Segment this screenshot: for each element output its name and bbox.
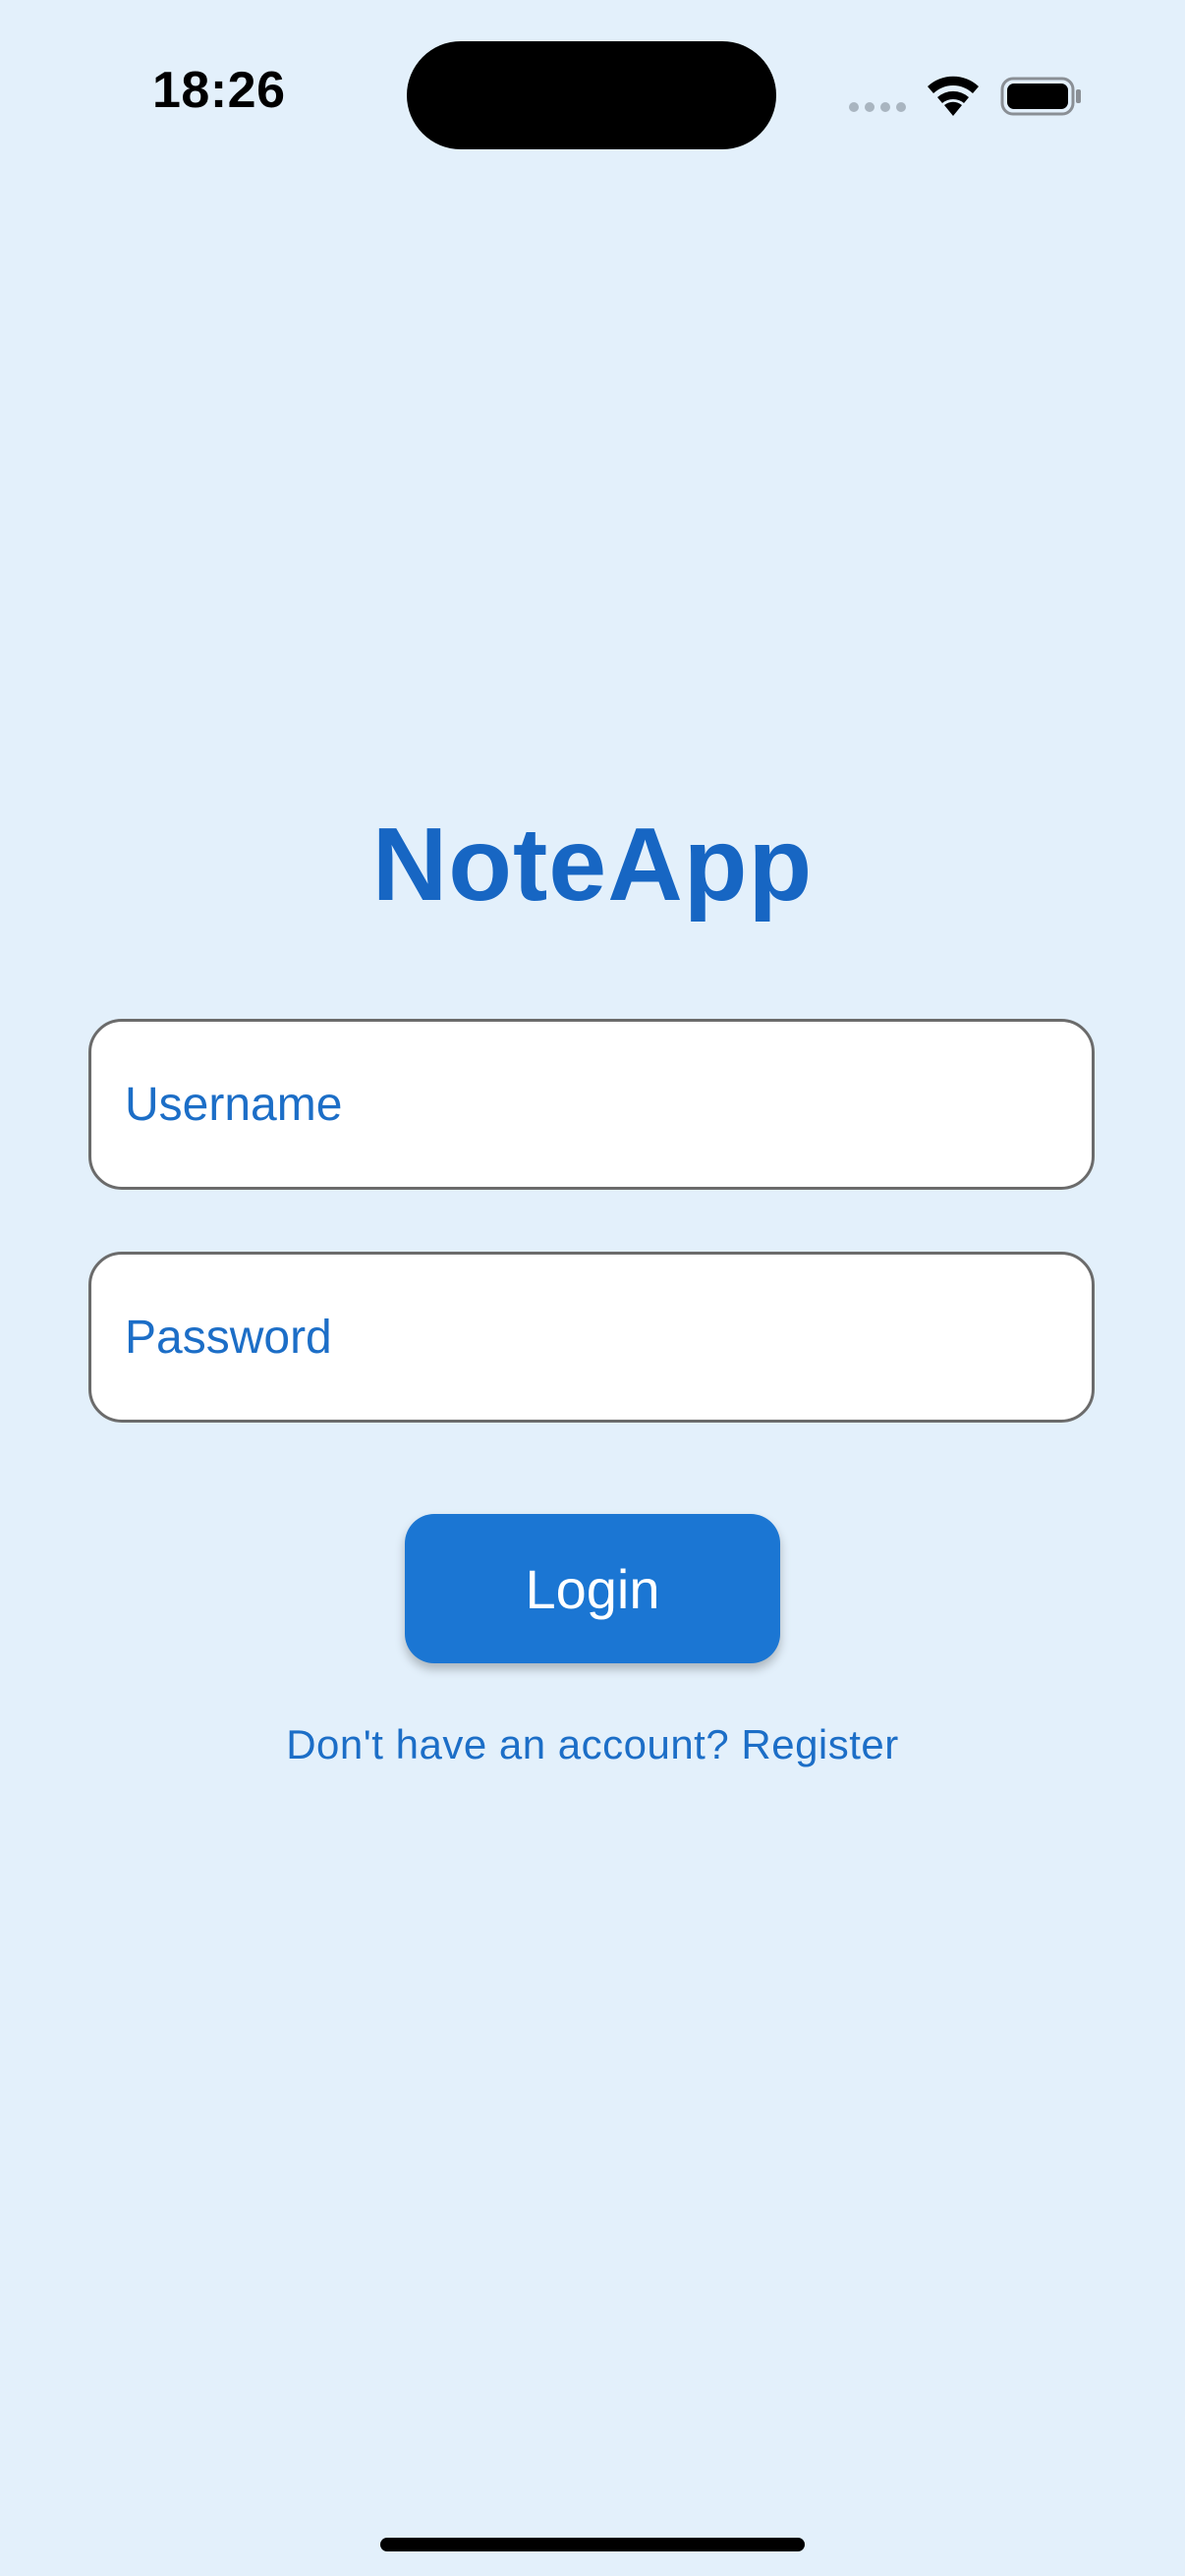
login-button[interactable]: Login bbox=[405, 1514, 780, 1663]
register-link[interactable]: Don't have an account? Register bbox=[0, 1721, 1185, 1768]
password-field[interactable] bbox=[88, 1252, 1095, 1423]
wifi-icon bbox=[928, 76, 979, 116]
signal-icon bbox=[849, 102, 906, 112]
dynamic-island bbox=[407, 41, 776, 149]
login-button-label: Login bbox=[525, 1557, 660, 1620]
home-indicator[interactable] bbox=[380, 2538, 805, 2551]
username-field[interactable] bbox=[88, 1019, 1095, 1190]
battery-icon bbox=[1000, 77, 1081, 116]
app-title: NoteApp bbox=[371, 807, 814, 923]
username-input[interactable] bbox=[125, 1022, 1058, 1187]
login-screen: 18:26 NoteApp Login Don't have an accoun… bbox=[0, 0, 1185, 2576]
password-input[interactable] bbox=[125, 1255, 1058, 1420]
status-bar-time: 18:26 bbox=[152, 62, 286, 119]
